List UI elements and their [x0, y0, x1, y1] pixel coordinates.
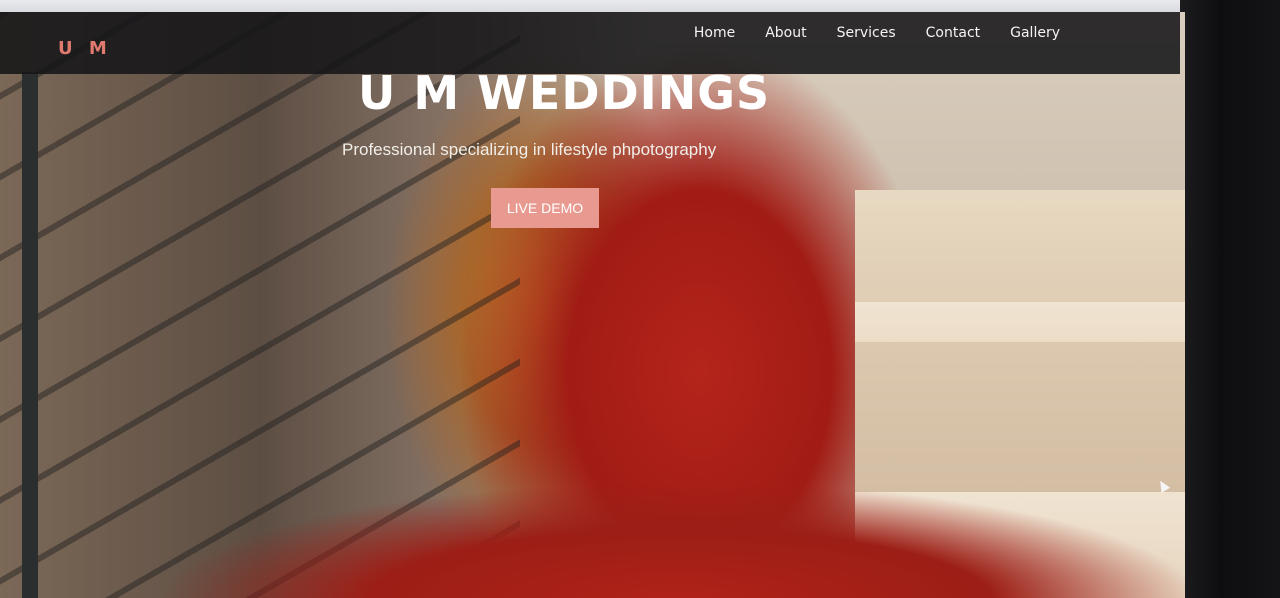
railing-post [22, 72, 38, 598]
brand-logo[interactable]: U M [58, 38, 112, 59]
hero-title: U M WEDDINGS [358, 66, 771, 120]
nav-contact[interactable]: Contact [926, 25, 980, 41]
website-viewport: U M Home About Services Contact Gallery … [0, 12, 1185, 598]
hero-subtitle: Professional specializing in lifestyle p… [342, 140, 717, 159]
bridal-lehenga [160, 482, 1185, 598]
live-demo-button[interactable]: LIVE DEMO [491, 188, 599, 228]
nav-about[interactable]: About [765, 25, 806, 41]
nav-services[interactable]: Services [837, 25, 896, 41]
nav-links: Home About Services Contact Gallery [694, 12, 1060, 54]
monitor-bezel [1180, 0, 1280, 598]
navbar: U M Home About Services Contact Gallery [0, 12, 1180, 74]
nav-home[interactable]: Home [694, 25, 735, 41]
nav-gallery[interactable]: Gallery [1010, 25, 1060, 41]
